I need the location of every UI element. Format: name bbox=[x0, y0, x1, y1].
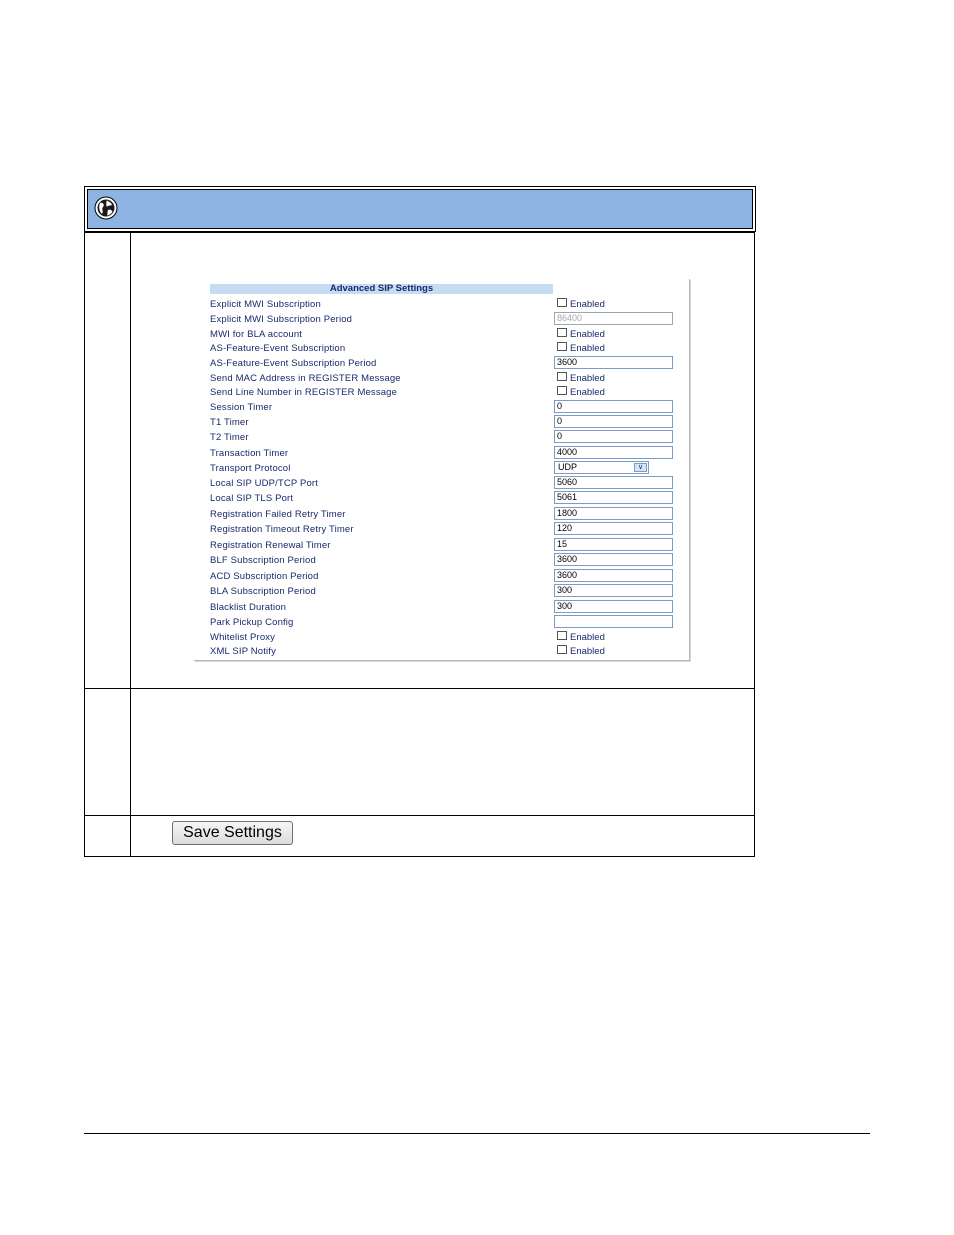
setting-input[interactable]: 3600 bbox=[554, 553, 673, 566]
setting-label: Send Line Number in REGISTER Message bbox=[210, 387, 398, 398]
setting-label: Transaction Timer bbox=[210, 448, 289, 459]
setting-label: Local SIP TLS Port bbox=[210, 493, 294, 504]
procedure-header bbox=[84, 186, 756, 232]
enabled-checkbox[interactable] bbox=[557, 342, 567, 351]
step-number-cell bbox=[84, 815, 131, 857]
step-number-cell bbox=[84, 688, 131, 816]
setting-row: BLF Subscription Period 3600 bbox=[194, 553, 689, 568]
setting-label: BLF Subscription Period bbox=[210, 555, 316, 566]
enabled-checkbox[interactable] bbox=[557, 372, 567, 381]
setting-label: AS-Feature-Event Subscription Period bbox=[210, 358, 377, 369]
setting-label: Park Pickup Config bbox=[210, 617, 294, 628]
setting-row: Transport Protocol UDP ∨ bbox=[194, 461, 689, 476]
setting-row: Local SIP UDP/TCP Port 5060 bbox=[194, 476, 689, 491]
setting-row: XML SIP Notify Enabled bbox=[194, 644, 689, 659]
setting-label: Registration Timeout Retry Timer bbox=[210, 524, 354, 535]
setting-input[interactable]: 3600 bbox=[554, 356, 673, 369]
setting-label: Whitelist Proxy bbox=[210, 632, 276, 643]
enabled-checkbox[interactable] bbox=[557, 645, 567, 654]
setting-row: Registration Failed Retry Timer 1800 bbox=[194, 507, 689, 522]
setting-label: AS-Feature-Event Subscription bbox=[210, 343, 346, 354]
step-content-cell bbox=[130, 688, 755, 816]
setting-label: Registration Failed Retry Timer bbox=[210, 509, 346, 520]
setting-label: Registration Renewal Timer bbox=[210, 540, 331, 551]
footer-rule bbox=[84, 1133, 870, 1134]
checkbox-label: Enabled bbox=[570, 343, 605, 354]
step-row bbox=[84, 688, 755, 816]
setting-label: MWI for BLA account bbox=[210, 329, 303, 340]
setting-input[interactable]: 0 bbox=[554, 400, 673, 413]
setting-input: 86400 bbox=[554, 312, 673, 325]
setting-label: XML SIP Notify bbox=[210, 646, 276, 657]
setting-input[interactable]: 4000 bbox=[554, 446, 673, 459]
setting-row: Send MAC Address in REGISTER Message Enab… bbox=[194, 371, 689, 386]
setting-row: Send Line Number in REGISTER Message Enab… bbox=[194, 385, 689, 400]
chevron-down-icon[interactable]: ∨ bbox=[634, 463, 647, 472]
setting-row: Blacklist Duration 300 bbox=[194, 600, 689, 615]
setting-row: Whitelist Proxy Enabled bbox=[194, 630, 689, 645]
header-bar bbox=[87, 189, 753, 229]
setting-label: T2 Timer bbox=[210, 432, 249, 443]
setting-label: BLA Subscription Period bbox=[210, 586, 316, 597]
setting-row: Explicit MWI Subscription Enabled bbox=[194, 297, 689, 312]
setting-label: Send MAC Address in REGISTER Message bbox=[210, 373, 401, 384]
checkbox-label: Enabled bbox=[570, 373, 605, 384]
step-number-cell bbox=[84, 232, 131, 689]
setting-row: BLA Subscription Period 300 bbox=[194, 584, 689, 599]
setting-label: ACD Subscription Period bbox=[210, 571, 319, 582]
setting-row: Local SIP TLS Port 5061 bbox=[194, 491, 689, 506]
checkbox-label: Enabled bbox=[570, 387, 605, 398]
setting-row: T2 Timer 0 bbox=[194, 430, 689, 445]
setting-row: T1 Timer 0 bbox=[194, 415, 689, 430]
checkbox-label: Enabled bbox=[570, 646, 605, 657]
setting-row: AS-Feature-Event Subscription Period 3600 bbox=[194, 356, 689, 371]
setting-input[interactable]: 5060 bbox=[554, 476, 673, 489]
setting-input[interactable]: 15 bbox=[554, 538, 673, 551]
setting-label: Local SIP UDP/TCP Port bbox=[210, 478, 319, 489]
panel-title: Advanced SIP Settings bbox=[210, 284, 553, 294]
setting-input[interactable]: 120 bbox=[554, 522, 673, 535]
setting-label: Transport Protocol bbox=[210, 463, 291, 474]
setting-input[interactable]: 300 bbox=[554, 584, 673, 597]
checkbox-label: Enabled bbox=[570, 329, 605, 340]
setting-label: Blacklist Duration bbox=[210, 602, 287, 613]
setting-row: MWI for BLA account Enabled bbox=[194, 327, 689, 342]
setting-row: Explicit MWI Subscription Period 86400 bbox=[194, 312, 689, 327]
select-value: UDP bbox=[558, 462, 578, 472]
setting-input[interactable] bbox=[554, 615, 673, 628]
setting-input[interactable]: 1800 bbox=[554, 507, 673, 520]
setting-label: Explicit MWI Subscription Period bbox=[210, 314, 353, 325]
setting-row: Session Timer 0 bbox=[194, 400, 689, 415]
setting-row: Park Pickup Config bbox=[194, 615, 689, 630]
checkbox-label: Enabled bbox=[570, 632, 605, 643]
globe-icon bbox=[94, 196, 118, 220]
save-settings-button[interactable]: Save Settings bbox=[172, 821, 293, 845]
advanced-sip-settings-panel: Advanced SIP Settings Explicit MWI Subsc… bbox=[194, 279, 690, 661]
setting-row: Registration Timeout Retry Timer 120 bbox=[194, 522, 689, 537]
transport-protocol-select[interactable]: UDP ∨ bbox=[554, 461, 649, 474]
enabled-checkbox[interactable] bbox=[557, 631, 567, 640]
setting-input[interactable]: 0 bbox=[554, 430, 673, 443]
setting-input[interactable]: 300 bbox=[554, 600, 673, 613]
setting-row: Registration Renewal Timer 15 bbox=[194, 538, 689, 553]
setting-label: Explicit MWI Subscription bbox=[210, 299, 321, 310]
enabled-checkbox[interactable] bbox=[557, 328, 567, 337]
setting-label: Session Timer bbox=[210, 402, 273, 413]
setting-input[interactable]: 5061 bbox=[554, 491, 673, 504]
setting-row: Transaction Timer 4000 bbox=[194, 446, 689, 461]
enabled-checkbox[interactable] bbox=[557, 386, 567, 395]
checkbox-label: Enabled bbox=[570, 299, 605, 310]
enabled-checkbox[interactable] bbox=[557, 298, 567, 307]
setting-label: T1 Timer bbox=[210, 417, 249, 428]
setting-row: AS-Feature-Event Subscription Enabled bbox=[194, 341, 689, 356]
setting-row: ACD Subscription Period 3600 bbox=[194, 569, 689, 584]
setting-input[interactable]: 3600 bbox=[554, 569, 673, 582]
setting-input[interactable]: 0 bbox=[554, 415, 673, 428]
